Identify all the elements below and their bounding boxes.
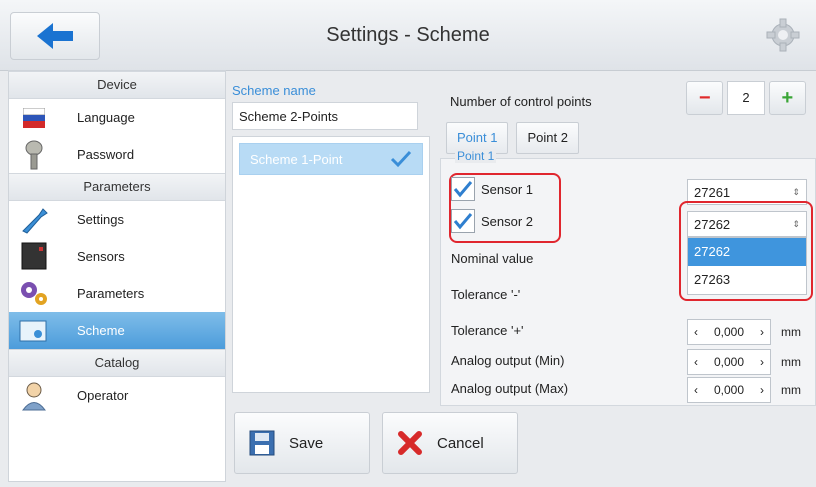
plus-icon: + — [781, 86, 794, 109]
unit-label: mm — [781, 355, 801, 369]
flag-icon — [15, 103, 53, 133]
minus-icon: − — [698, 86, 711, 109]
section-parameters: Parameters — [9, 173, 225, 201]
unit-label: mm — [781, 325, 801, 339]
sidebar-item-password[interactable]: Password — [9, 136, 225, 173]
sensor-1-value: 27261 — [694, 184, 731, 200]
sensor-2-row: Sensor 2 — [451, 209, 533, 233]
sidebar-item-scheme[interactable]: Scheme — [9, 312, 225, 349]
updown-icon: ⇕ — [792, 186, 800, 197]
sensor-2-dropdown: 27262 27263 — [687, 237, 807, 295]
dropdown-option[interactable]: 27262 — [688, 238, 806, 266]
sensor-1-label: Sensor 1 — [481, 181, 534, 197]
sidebar-item-label: Password — [77, 147, 135, 162]
page-title: Settings - Scheme — [326, 24, 490, 46]
control-points-panel: Number of control points − 2 + Point 1 P… — [440, 70, 816, 410]
sidebar-item-label: Settings — [77, 212, 124, 227]
sidebar-item-operator[interactable]: Operator — [9, 377, 225, 414]
checkmark-icon — [453, 181, 473, 198]
updown-icon: ⇕ — [792, 218, 800, 229]
control-points-stepper: − 2 + — [686, 80, 806, 116]
key-icon — [15, 140, 53, 170]
nominal-value-label: Nominal value — [451, 251, 534, 266]
sidebar-item-language[interactable]: Language — [9, 99, 225, 136]
section-catalog: Catalog — [9, 349, 225, 377]
scheme-list: Scheme 1-Point — [232, 136, 430, 393]
tolerance-plus-input[interactable]: ‹ 0,000 › — [687, 319, 771, 345]
save-button[interactable]: Save — [234, 412, 370, 474]
save-label: Save — [289, 434, 324, 452]
increment-button[interactable]: + — [768, 81, 806, 115]
gear-icon[interactable] — [766, 18, 800, 52]
control-points-value[interactable]: 2 — [727, 81, 765, 115]
sidebar: Device Language Password Parameters Sett… — [8, 70, 226, 482]
checkmark-icon — [453, 213, 473, 230]
analog-max-input[interactable]: ‹ 0,000 › — [687, 377, 771, 403]
sensor-1-checkbox[interactable] — [451, 177, 475, 201]
sidebar-item-label: Language — [77, 110, 135, 125]
sensor-2-value: 27262 — [694, 216, 731, 232]
scheme-name-input[interactable]: Scheme 2-Points — [232, 102, 418, 130]
sensor-2-checkbox[interactable] — [451, 209, 475, 233]
unit-label: mm — [781, 383, 801, 397]
checkmark-icon — [390, 150, 412, 168]
decrement-button[interactable]: − — [686, 81, 724, 115]
left-arrow-icon[interactable]: ‹ — [694, 383, 698, 397]
dropdown-option[interactable]: 27263 — [688, 266, 806, 294]
scheme-name-label: Scheme name — [232, 83, 316, 98]
wrench-icon — [15, 205, 53, 235]
tab-point-2[interactable]: Point 2 — [516, 122, 579, 154]
sensor-2-label: Sensor 2 — [481, 213, 534, 229]
sensor-1-row: Sensor 1 — [451, 177, 533, 201]
title-bar: Settings - Scheme — [0, 0, 816, 71]
sensor-icon — [15, 242, 53, 272]
analog-min-value: 0,000 — [713, 355, 745, 369]
right-arrow-icon[interactable]: › — [760, 355, 764, 369]
scheme-icon — [15, 316, 53, 346]
scheme-name-panel: Scheme name Scheme 2-Points Scheme 1-Poi… — [232, 80, 430, 405]
point-group: Point 1 Sensor 1 27261 ⇕ Sensor 2 27262 … — [440, 149, 816, 406]
sensor-2-select[interactable]: 27262 ⇕ — [687, 211, 807, 237]
analog-min-label: Analog output (Min) — [451, 353, 565, 368]
sidebar-item-label: Operator — [77, 388, 129, 403]
sidebar-item-label: Sensors — [77, 249, 125, 264]
group-title: Point 1 — [455, 149, 497, 163]
sidebar-item-label: Parameters — [77, 286, 145, 301]
right-arrow-icon[interactable]: › — [760, 383, 764, 397]
cancel-label: Cancel — [437, 434, 484, 452]
sidebar-item-settings[interactable]: Settings — [9, 201, 225, 238]
section-device: Device — [9, 71, 225, 99]
gears-icon — [15, 279, 53, 309]
analog-max-value: 0,000 — [713, 383, 745, 397]
floppy-icon — [249, 430, 275, 456]
sidebar-item-label: Scheme — [77, 323, 125, 338]
list-item[interactable]: Scheme 1-Point — [239, 143, 423, 175]
tolerance-minus-label: Tolerance '-' — [451, 287, 521, 302]
left-arrow-icon[interactable]: ‹ — [694, 325, 698, 339]
cancel-button[interactable]: Cancel — [382, 412, 518, 474]
user-icon — [15, 381, 53, 411]
analog-min-input[interactable]: ‹ 0,000 › — [687, 349, 771, 375]
analog-max-label: Analog output (Max) — [451, 381, 569, 396]
left-arrow-icon[interactable]: ‹ — [694, 355, 698, 369]
tolerance-plus-value: 0,000 — [713, 325, 745, 339]
right-arrow-icon[interactable]: › — [760, 325, 764, 339]
sidebar-item-sensors[interactable]: Sensors — [9, 238, 225, 275]
control-points-label: Number of control points — [450, 94, 592, 109]
scheme-item-label: Scheme 1-Point — [250, 151, 343, 167]
close-icon — [398, 431, 422, 455]
tolerance-plus-label: Tolerance '+' — [451, 323, 524, 338]
sidebar-item-parameters[interactable]: Parameters — [9, 275, 225, 312]
